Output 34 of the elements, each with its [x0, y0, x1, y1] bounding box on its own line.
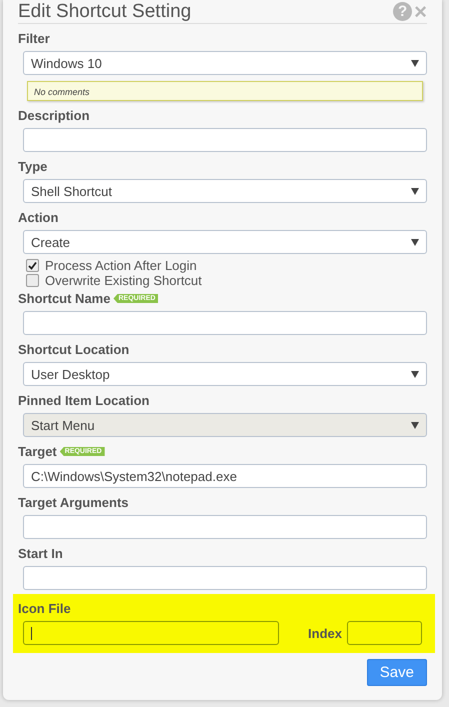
- input-field[interactable]: [347, 621, 422, 645]
- field-label: Action: [18, 210, 58, 225]
- checkbox-label: Process Action After Login: [45, 258, 197, 272]
- select-field[interactable]: Create: [23, 230, 427, 254]
- caret-icon: [411, 188, 419, 194]
- caret-icon: [411, 422, 419, 428]
- checkbox[interactable]: [26, 274, 39, 286]
- field-label: Shortcut Name: [18, 291, 110, 306]
- field-label: Target: [18, 444, 57, 459]
- dialog-title: Edit Shortcut Setting: [18, 0, 192, 22]
- input-field[interactable]: [23, 128, 427, 152]
- input-field[interactable]: C:\Windows\System32\notepad.exe: [23, 464, 427, 488]
- input-field[interactable]: [23, 566, 427, 590]
- select-field[interactable]: Shell Shortcut: [23, 179, 427, 203]
- comment-note: No comments: [27, 81, 423, 101]
- input-field[interactable]: [23, 515, 427, 539]
- field-label: Pinned Item Location: [18, 393, 150, 408]
- select-field[interactable]: Windows 10: [23, 51, 427, 75]
- field-label: Description: [18, 108, 90, 123]
- field-label: Index: [308, 626, 342, 640]
- caret-icon: [411, 370, 419, 378]
- checkbox[interactable]: [26, 258, 39, 272]
- field-label: Start In: [18, 546, 63, 561]
- field-label: Icon File: [18, 601, 71, 616]
- input-field[interactable]: [23, 311, 427, 335]
- field-label: Shortcut Location: [18, 342, 130, 357]
- caret-icon: [411, 238, 419, 246]
- input-field[interactable]: [23, 621, 279, 645]
- field-label: Type: [18, 159, 48, 174]
- field-label: Filter: [18, 31, 50, 46]
- caret-icon: [411, 60, 419, 66]
- checkbox-label: Overwrite Existing Shortcut: [45, 272, 202, 288]
- select-field[interactable]: User Desktop: [23, 362, 427, 386]
- field-label: Target Arguments: [18, 495, 129, 510]
